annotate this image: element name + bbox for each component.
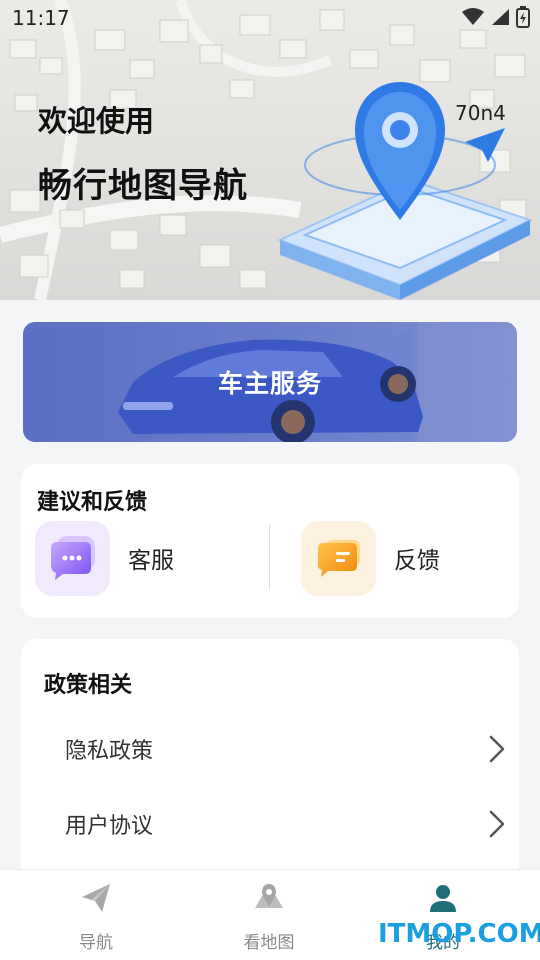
paper-plane-icon xyxy=(82,884,110,912)
wifi-icon xyxy=(462,8,484,25)
nav-tab-map[interactable]: 看地图 xyxy=(179,870,359,960)
status-icons xyxy=(462,6,530,28)
car-service-banner[interactable]: 车主服务 xyxy=(23,322,517,442)
signal-icon xyxy=(492,9,509,25)
customer-service-icon-box xyxy=(35,520,110,596)
feedback-section-title: 建议和反馈 xyxy=(37,490,148,515)
privacy-policy-label: 隐私政策 xyxy=(65,739,154,764)
car-service-label: 车主服务 xyxy=(217,369,322,398)
chevron-right-icon xyxy=(489,810,505,838)
policy-section-title: 政策相关 xyxy=(44,673,133,698)
message-icon xyxy=(317,540,360,577)
watermark: ITMOP.COM xyxy=(378,919,540,949)
user-agreement-row[interactable]: 用户协议 xyxy=(65,796,505,852)
feedback-divider xyxy=(269,524,270,590)
feedback-card: 建议和反馈 客服 反馈 xyxy=(21,464,519,618)
map-pin-icon xyxy=(255,884,283,908)
nav-tab-map-label: 看地图 xyxy=(243,933,295,953)
header-banner: 11:17 欢迎使用 畅行地图导航 70n4 xyxy=(0,0,540,300)
nav-tab-navigation[interactable]: 导航 xyxy=(6,870,186,960)
version-label: 70n4 xyxy=(455,101,506,125)
user-icon xyxy=(430,885,456,912)
chat-bubble-icon xyxy=(50,536,95,580)
feedback-button[interactable]: 反馈 xyxy=(301,520,440,596)
status-bar: 11:17 xyxy=(0,0,540,36)
user-agreement-label: 用户协议 xyxy=(65,814,154,839)
customer-service-label: 客服 xyxy=(128,548,174,574)
chevron-right-icon xyxy=(489,735,505,763)
feedback-icon-box xyxy=(301,520,376,596)
status-time: 11:17 xyxy=(12,6,70,30)
welcome-text: 欢迎使用 xyxy=(38,104,155,138)
app-title: 畅行地图导航 xyxy=(38,166,248,206)
privacy-policy-row[interactable]: 隐私政策 xyxy=(65,721,505,777)
nav-tab-navigation-label: 导航 xyxy=(79,933,113,953)
customer-service-button[interactable]: 客服 xyxy=(35,520,174,596)
feedback-label: 反馈 xyxy=(394,548,440,574)
battery-icon xyxy=(516,6,530,28)
